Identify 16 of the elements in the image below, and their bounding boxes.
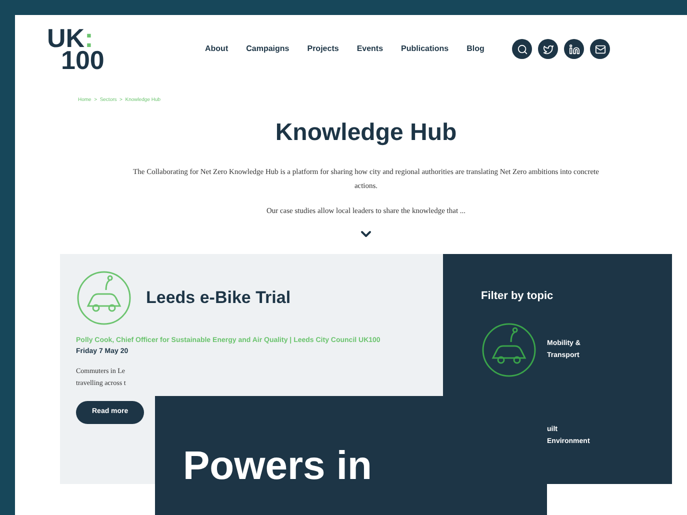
car-icon <box>76 270 132 326</box>
nav-link[interactable]: Events <box>356 43 384 55</box>
nav-link[interactable]: Campaigns <box>246 43 290 55</box>
mail-icon[interactable] <box>590 39 610 59</box>
nav-link[interactable]: Publications <box>401 43 449 55</box>
nav-link[interactable]: Blog <box>466 43 484 55</box>
nav-link[interactable]: Projects <box>307 43 339 55</box>
overlay-title: Powers in <box>183 446 373 486</box>
linkedin-icon[interactable] <box>564 39 584 59</box>
bird-icon[interactable] <box>538 39 558 59</box>
filter-heading: Filter by topic <box>481 288 554 304</box>
logo[interactable]: UK: 100 <box>47 26 127 72</box>
card-title[interactable]: Leeds e-Bike Trial <box>146 285 291 310</box>
page-title: Knowledge Hub <box>274 118 458 148</box>
nav-link[interactable]: About <box>205 43 228 55</box>
search-icon[interactable] <box>512 39 532 59</box>
